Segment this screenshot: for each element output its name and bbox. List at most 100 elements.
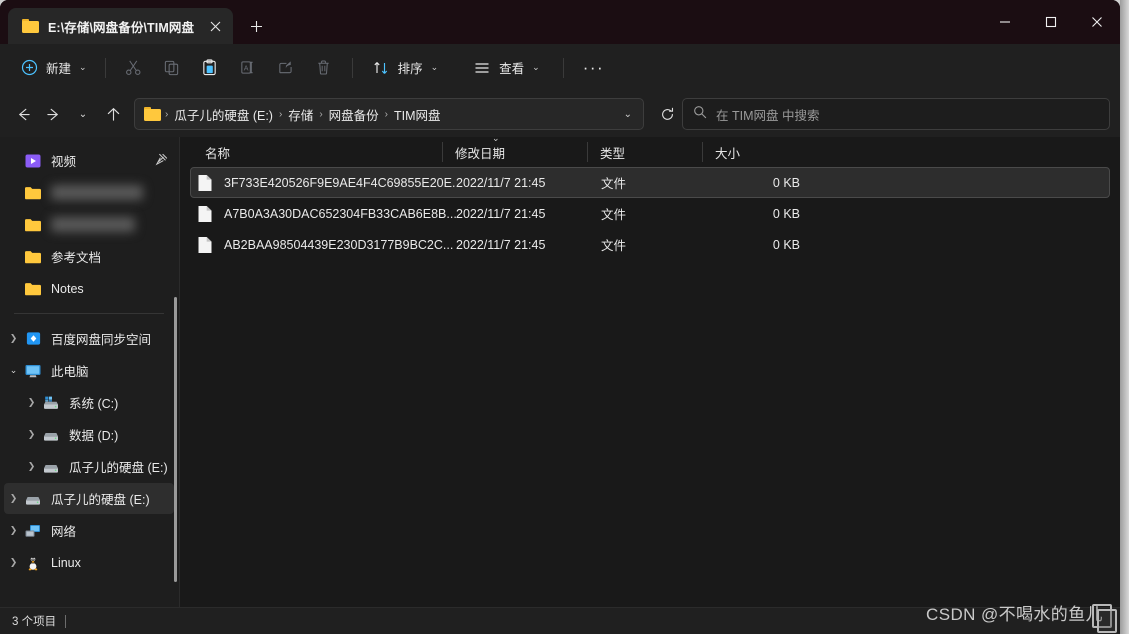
sidebar-item-videos[interactable]: 视频 — [4, 145, 174, 176]
close-icon[interactable] — [1074, 0, 1120, 44]
sidebar-divider — [14, 313, 164, 314]
toolbar-divider-2 — [351, 57, 353, 78]
table-row[interactable]: 3F733E420526F9E9AE4F4C69855E20E... 2022/… — [190, 167, 1110, 198]
sort-button-label: 排序 — [397, 62, 423, 76]
new-tab-button[interactable] — [239, 9, 273, 43]
chevron-right-icon[interactable]: ❯ — [4, 558, 23, 567]
chevron-right-icon[interactable]: ❯ — [4, 334, 23, 343]
sidebar-item-label: Linux — [51, 555, 81, 570]
column-header-name[interactable]: 名称 — [192, 137, 442, 167]
pin-icon[interactable] — [155, 153, 168, 169]
tab-strip: E:\存储\网盘备份\TIM网盘 — [0, 0, 273, 44]
share-button[interactable] — [267, 52, 305, 84]
drive-icon — [41, 457, 61, 477]
breadcrumb-item-2[interactable]: 网盘备份 — [324, 102, 384, 127]
column-divider[interactable] — [587, 142, 588, 162]
sidebar-item-label: 瓜子儿的硬盘 (E:) — [51, 493, 150, 507]
breadcrumb-item-3[interactable]: TIM网盘 — [389, 102, 446, 127]
search-box[interactable]: 在 TIM网盘 中搜索 — [682, 98, 1110, 130]
chevron-down-icon[interactable]: ⌄ — [617, 105, 639, 124]
sort-button[interactable]: 排序 ⌄ — [362, 52, 448, 84]
sidebar-scrollbar[interactable] — [174, 297, 177, 582]
sidebar-item-label — [51, 217, 168, 232]
folder-icon — [23, 183, 43, 203]
chevron-down-icon: ⌄ — [532, 62, 540, 72]
recent-locations-button[interactable]: ⌄ — [68, 99, 98, 129]
rename-button[interactable]: A — [229, 52, 267, 84]
refresh-button[interactable] — [652, 99, 682, 129]
table-row[interactable]: AB2BAA98504439E230D3177B9BC2C... 2022/11… — [190, 229, 1110, 260]
chevron-right-icon[interactable]: ❯ — [22, 430, 41, 439]
view-button[interactable]: 查看 ⌄ — [463, 52, 549, 84]
sidebar-item-data-d[interactable]: ❯ 数据 (D:) — [4, 419, 174, 450]
toolbar-divider-3 — [562, 57, 564, 78]
up-button[interactable] — [98, 99, 128, 129]
sidebar-item-system-c[interactable]: ❯ 系统 (C:) — [4, 387, 174, 418]
sidebar-item-reference-docs[interactable]: 参考文档 — [4, 241, 174, 272]
tab-title: E:\存储\网盘备份\TIM网盘 — [48, 20, 195, 35]
delete-button[interactable] — [305, 52, 343, 84]
column-header-label: 修改日期 — [455, 146, 506, 161]
window-controls — [982, 0, 1120, 44]
toolbar-divider — [104, 57, 106, 78]
sidebar-item-guazi-drive-e-nested[interactable]: ❯ 瓜子儿的硬盘 (E:) — [4, 451, 174, 482]
chevron-right-icon[interactable]: ❯ — [4, 526, 23, 535]
paste-button[interactable] — [191, 52, 229, 84]
chevron-right-icon[interactable]: ❯ — [22, 398, 41, 407]
chevron-down-icon: ⌄ — [79, 62, 87, 72]
search-input[interactable]: 在 TIM网盘 中搜索 — [716, 105, 819, 124]
network-icon — [23, 521, 43, 541]
copy-button[interactable] — [153, 52, 191, 84]
tab-active[interactable]: E:\存储\网盘备份\TIM网盘 — [8, 8, 234, 44]
watermark-badge-icon — [1088, 604, 1117, 633]
column-headers: 名称 ⌄ 修改日期 类型 大小 — [180, 133, 1120, 167]
item-count-label: 3 个项目 — [12, 616, 57, 628]
file-icon — [197, 205, 215, 223]
sidebar-item-label: 系统 (C:) — [69, 397, 119, 411]
cut-button[interactable] — [115, 52, 153, 84]
cell-type: 文件 — [601, 239, 627, 253]
sort-icon — [371, 58, 391, 78]
maximize-icon[interactable] — [1028, 0, 1074, 44]
folder-icon — [23, 279, 43, 299]
file-icon — [197, 174, 215, 192]
breadcrumb-item-0[interactable]: 瓜子儿的硬盘 (E:) — [169, 102, 278, 127]
table-row[interactable]: A7B0A3A30DAC652304FB33CAB6E8B... 2022/11… — [190, 198, 1110, 229]
chevron-right-icon[interactable]: ❯ — [22, 462, 41, 471]
this-pc-icon — [23, 361, 43, 381]
sidebar-item-baidu-netdisk[interactable]: ❯ 百度网盘同步空间 — [4, 323, 174, 354]
forward-button[interactable] — [38, 99, 68, 129]
minimize-icon[interactable] — [982, 0, 1028, 44]
cell-type: 文件 — [601, 208, 627, 222]
sidebar-item-redacted-1[interactable] — [4, 177, 174, 208]
address-bar[interactable]: › 瓜子儿的硬盘 (E:) › 存储 › 网盘备份 › TIM网盘 ⌄ — [134, 98, 644, 130]
search-icon — [693, 105, 707, 124]
sidebar-item-label: 此电脑 — [51, 365, 89, 379]
sidebar-item-redacted-2[interactable] — [4, 209, 174, 240]
svg-text:A: A — [244, 64, 249, 72]
more-options-button[interactable]: ··· — [573, 52, 614, 84]
column-header-type[interactable]: 类型 — [587, 137, 702, 167]
sidebar-item-notes[interactable]: Notes — [4, 273, 174, 304]
view-icon — [472, 58, 492, 78]
sidebar-item-guazi-drive-e[interactable]: ❯ 瓜子儿的硬盘 (E:) — [4, 483, 174, 514]
breadcrumb-item-1[interactable]: 存储 — [283, 102, 318, 127]
sidebar-item-label: 百度网盘同步空间 — [51, 333, 152, 347]
sidebar-item-this-pc[interactable]: ⌄ 此电脑 — [4, 355, 174, 386]
column-divider[interactable] — [702, 142, 703, 162]
status-separator — [65, 614, 67, 628]
back-button[interactable] — [8, 99, 38, 129]
linux-icon — [23, 553, 43, 573]
close-icon[interactable] — [203, 14, 227, 38]
chevron-right-icon[interactable]: ❯ — [4, 494, 23, 503]
column-header-date[interactable]: ⌄ 修改日期 — [442, 133, 587, 167]
column-header-size[interactable]: 大小 — [702, 137, 790, 167]
command-bar: 新建 ⌄ A 排序 ⌄ 查看 ⌄ ··· — [0, 44, 1120, 91]
chevron-down-icon[interactable]: ⌄ — [4, 366, 23, 375]
column-divider[interactable] — [442, 142, 443, 162]
sidebar-item-linux[interactable]: ❯ Linux — [4, 547, 174, 578]
file-icon — [197, 236, 215, 254]
sidebar-item-network[interactable]: ❯ 网络 — [4, 515, 174, 546]
new-button[interactable]: 新建 ⌄ — [10, 52, 96, 84]
video-icon — [23, 151, 43, 171]
